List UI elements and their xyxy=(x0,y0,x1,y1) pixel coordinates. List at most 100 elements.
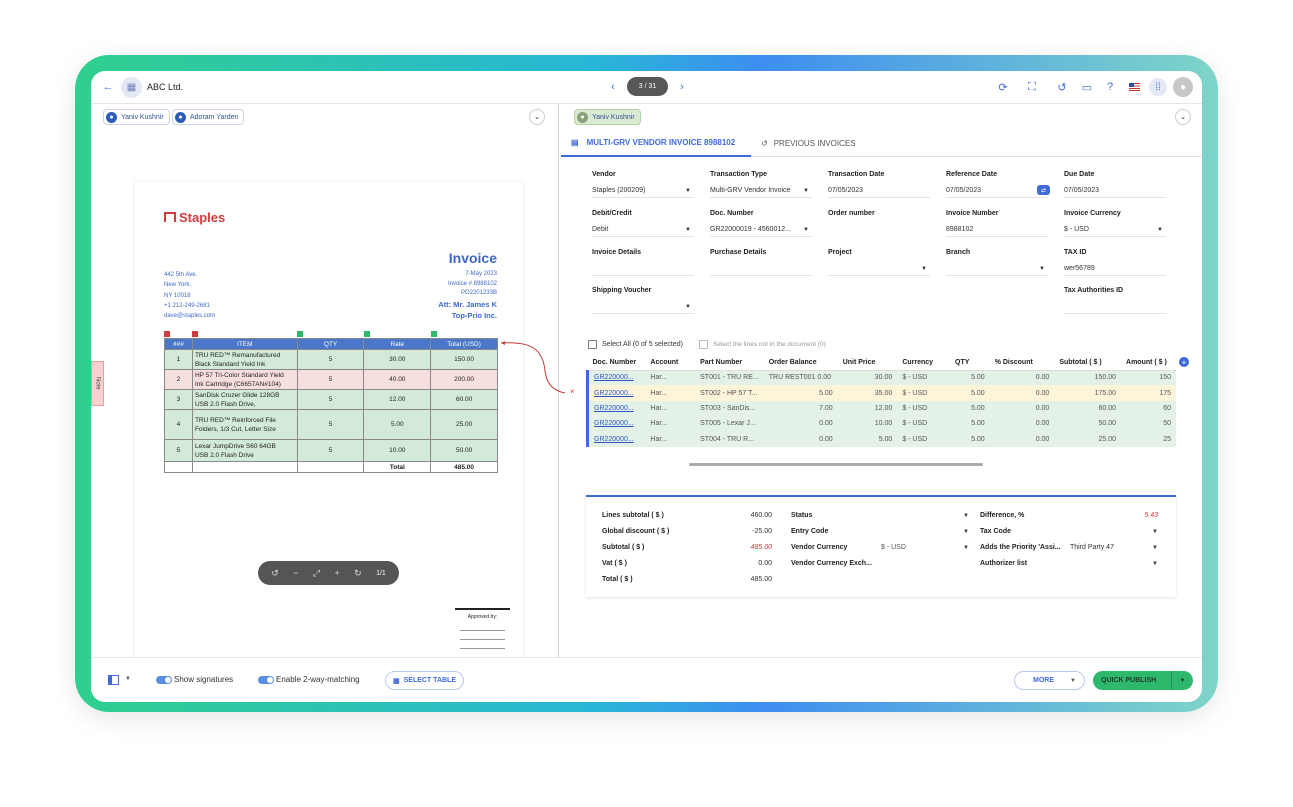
tab-invoice[interactable]: ▤ MULTI-GRV VENDOR INVOICE 8988102 xyxy=(561,130,751,157)
cell[interactable]: 30.00 xyxy=(837,370,898,386)
cell[interactable]: ST001 - TRU RE... xyxy=(695,370,764,386)
table-row[interactable]: 1 TRU RED™ Remanufactured Black Standard Y… xyxy=(164,349,498,370)
col-header[interactable]: Unit Price xyxy=(837,355,898,371)
help-icon[interactable]: ? xyxy=(1102,79,1118,95)
cell[interactable]: 5.00 xyxy=(950,416,990,432)
note-tab[interactable]: Note xyxy=(91,361,104,406)
table-row[interactable]: GR220000... Har... ST003 - SanDis... 7.00 12… xyxy=(586,400,1176,417)
cell[interactable]: $ - USD xyxy=(897,431,951,447)
doc-link[interactable]: GR220000... xyxy=(594,420,634,427)
status-caret-icon[interactable]: ▼ xyxy=(963,513,969,519)
select-missing-checkbox[interactable] xyxy=(699,340,708,349)
invoice-details-input[interactable] xyxy=(592,262,694,276)
table-row[interactable]: 2 HP 57 Tri-Color Standard Yield Ink Cartr… xyxy=(164,369,498,390)
vendor-currency-value[interactable]: $ - USD xyxy=(881,544,906,551)
priority-caret-icon[interactable]: ▼ xyxy=(1152,545,1158,551)
cell[interactable]: 5.00 xyxy=(950,431,990,447)
invoice-number-input[interactable]: 8988102 xyxy=(946,223,1048,237)
user-chip-right[interactable]: ● Yaniv Kushnir xyxy=(574,109,641,125)
col-header[interactable]: QTY xyxy=(950,355,990,371)
transaction-date-input[interactable]: 07/05/2023 xyxy=(828,184,930,198)
global-discount-value[interactable]: -25.00 xyxy=(712,528,772,535)
cell[interactable]: Har... xyxy=(645,370,696,386)
cell[interactable]: ST004 - TRU R... xyxy=(695,431,764,447)
cell[interactable]: 0.00 xyxy=(989,431,1055,447)
col-header[interactable]: Amount ( $ ) xyxy=(1121,355,1176,371)
table-row[interactable]: 3 SanDisk Cruzer Glide 128GB USB 2.0 Flash… xyxy=(164,389,498,410)
rotate-left-icon[interactable]: ↺ xyxy=(271,568,279,579)
tax-id-input[interactable]: wer56789 xyxy=(1064,262,1166,276)
user-chip-1[interactable]: ● Yaniv Kushnir xyxy=(103,109,170,125)
horizontal-scrollbar[interactable] xyxy=(689,463,983,466)
history-icon[interactable]: ↺ xyxy=(1054,79,1070,95)
chevron-down-icon[interactable]: ⌄ xyxy=(1175,109,1191,125)
purchase-details-input[interactable] xyxy=(710,262,812,276)
col-header[interactable]: Currency xyxy=(897,355,951,371)
tax-authorities-input[interactable] xyxy=(1064,300,1166,314)
cell[interactable]: Har... xyxy=(645,416,696,432)
user-avatar-icon[interactable]: ● xyxy=(1173,77,1193,97)
doc-number-select[interactable]: GR22000019 - 4560012... xyxy=(710,223,812,237)
show-signatures-toggle[interactable] xyxy=(156,676,172,684)
cell[interactable]: 0.00 xyxy=(989,416,1055,432)
col-header[interactable]: Part Number xyxy=(695,355,764,371)
chat-icon[interactable]: ▭ xyxy=(1079,79,1095,95)
doc-link[interactable]: GR220000... xyxy=(594,390,634,397)
cell[interactable]: 35.00 xyxy=(837,385,898,401)
chevron-down-icon[interactable]: ▼ xyxy=(1171,671,1193,690)
shipping-voucher-select[interactable] xyxy=(592,300,694,314)
select-all-checkbox[interactable] xyxy=(588,340,597,349)
more-button[interactable]: MORE ▼ xyxy=(1014,671,1085,690)
select-table-button[interactable]: ▦ SELECT TABLE xyxy=(385,671,464,690)
cell[interactable]: Har... xyxy=(645,385,696,401)
table-row[interactable]: GR220000... Har... ST001 - TRU RE... TRU RE… xyxy=(586,370,1176,386)
col-header[interactable]: % Discount xyxy=(989,355,1055,371)
cell[interactable]: $ - USD xyxy=(897,416,951,432)
cell[interactable]: 5.00 xyxy=(950,400,990,417)
cell[interactable]: 0.00 xyxy=(989,370,1055,386)
cell[interactable]: 5.00 xyxy=(950,370,990,386)
tab-previous-invoices[interactable]: ↺ PREVIOUS INVOICES xyxy=(761,130,856,157)
tax-code-caret-icon[interactable]: ▼ xyxy=(1152,529,1158,535)
column-marker-green[interactable] xyxy=(297,331,303,337)
flag-us-icon[interactable] xyxy=(1129,83,1140,91)
col-header[interactable]: Doc. Number xyxy=(587,355,646,371)
vendor-select[interactable]: Staples (200209) xyxy=(592,184,694,198)
cell[interactable]: 0.00 xyxy=(989,385,1055,401)
sync-date-icon[interactable]: ⇄ xyxy=(1037,185,1050,195)
table-row[interactable]: 5 Lexar JumpDrive S60 64GB USB 2.0 Flash D… xyxy=(164,439,498,462)
user-chip-2[interactable]: ● Adoram Yarden xyxy=(172,109,245,125)
apps-grid-icon[interactable]: ⁞⁞ xyxy=(1149,78,1167,96)
zoom-out-icon[interactable]: − xyxy=(293,568,298,578)
back-arrow-icon[interactable]: ← xyxy=(100,79,116,95)
table-row[interactable]: GR220000... Har... ST004 - TRU R... 0.00 5.0… xyxy=(586,431,1176,447)
cell[interactable]: 0.00 xyxy=(989,400,1055,417)
fit-icon[interactable]: ⤢ xyxy=(313,568,320,579)
doc-link[interactable]: GR220000... xyxy=(594,374,634,381)
column-marker-green[interactable] xyxy=(364,331,370,337)
col-header[interactable]: Subtotal ( $ ) xyxy=(1054,355,1122,371)
two-way-matching-toggle[interactable] xyxy=(258,676,274,684)
debit-credit-select[interactable]: Debit xyxy=(592,223,694,237)
cell[interactable]: $ - USD xyxy=(897,400,951,417)
refresh-icon[interactable]: ⟳ xyxy=(995,79,1011,95)
cell[interactable]: ST003 - SanDis... xyxy=(695,400,764,417)
cell[interactable]: 5.00 xyxy=(837,431,898,447)
panel-layout-icon[interactable] xyxy=(108,675,119,685)
authorizer-caret-icon[interactable]: ▼ xyxy=(1152,561,1158,567)
invoice-currency-select[interactable]: $ - USD xyxy=(1064,223,1166,237)
quick-publish-button[interactable]: QUICK PUBLISH ▼ xyxy=(1093,671,1193,690)
column-marker-green[interactable] xyxy=(431,331,437,337)
cell[interactable]: ST002 - HP 57 T... xyxy=(695,385,764,401)
cell[interactable]: ST005 - Lexar J... xyxy=(695,416,764,432)
cell[interactable]: $ - USD xyxy=(897,385,951,401)
next-page-icon[interactable]: › xyxy=(674,79,690,95)
cell[interactable]: Har... xyxy=(645,400,696,417)
cell[interactable]: 12.00 xyxy=(837,400,898,417)
vendor-currency-caret-icon[interactable]: ▼ xyxy=(963,545,969,551)
doc-link[interactable]: GR220000... xyxy=(594,436,634,443)
rotate-right-icon[interactable]: ↻ xyxy=(354,568,362,579)
column-marker-red[interactable] xyxy=(164,331,170,337)
zoom-in-icon[interactable]: + xyxy=(334,568,339,578)
cell[interactable]: $ - USD xyxy=(897,370,951,386)
